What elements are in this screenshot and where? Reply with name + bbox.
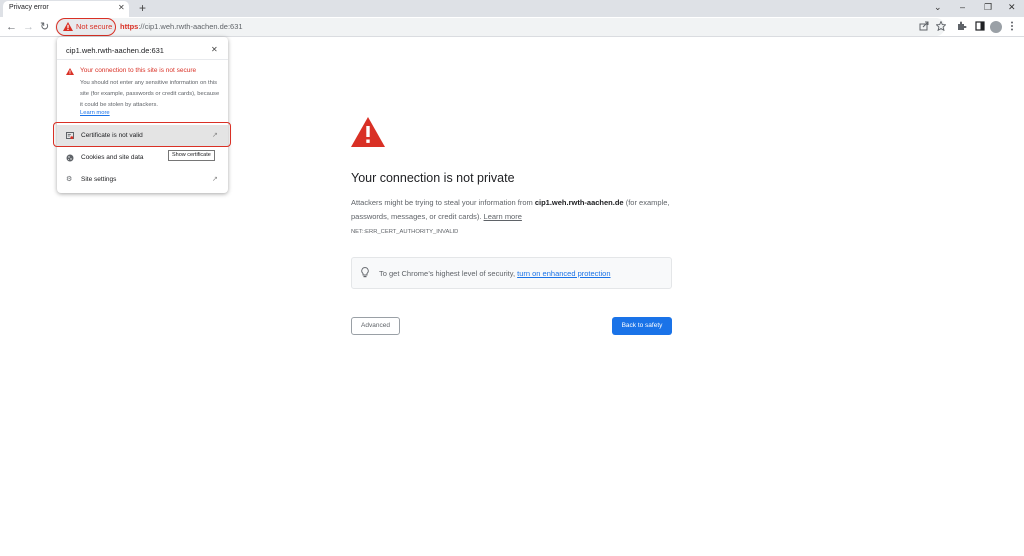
enhanced-protection-link[interactable]: turn on enhanced protection <box>517 269 610 278</box>
url-scheme: https <box>120 22 139 31</box>
site-info-popup: cip1.weh.rwth-aachen.de:631 ✕ Your conne… <box>57 37 228 193</box>
enhanced-protection-text: To get Chrome’s highest level of securit… <box>379 269 611 278</box>
description-host: cip1.weh.rwth-aachen.de <box>534 198 624 207</box>
side-panel-icon[interactable] <box>975 21 985 31</box>
error-code[interactable]: NET::ERR_CERT_AUTHORITY_INVALID <box>351 229 458 235</box>
minimize-icon[interactable]: – <box>960 1 965 13</box>
back-to-safety-button[interactable]: Back to safety <box>612 317 672 335</box>
tab-privacy-error[interactable]: Privacy error ✕ <box>3 1 129 17</box>
learn-more-link[interactable]: Learn more <box>80 110 110 116</box>
back-icon[interactable]: ← <box>6 20 17 34</box>
certificate-highlight <box>53 122 231 147</box>
profile-icon[interactable] <box>990 21 1002 33</box>
warning-body: You should not enter any sensitive infor… <box>80 80 220 108</box>
tab-title: Privacy error <box>9 4 49 11</box>
forward-icon[interactable]: → <box>23 20 34 34</box>
external-link-icon: ↗ <box>212 176 218 183</box>
advanced-button[interactable]: Advanced <box>351 317 400 335</box>
tab-strip: Privacy error ✕ + ⌄ – ❐ ✕ <box>0 0 1024 17</box>
close-icon[interactable]: ✕ <box>211 45 218 54</box>
warning-title: Your connection to this site is not secu… <box>80 67 197 74</box>
share-icon[interactable] <box>919 21 929 31</box>
not-secure-chip[interactable]: Not secure <box>56 18 116 36</box>
tab-search-icon[interactable]: ⌄ <box>934 1 942 13</box>
tab-close-icon[interactable]: ✕ <box>118 3 125 13</box>
enhanced-protection-prefix: To get Chrome’s highest level of securit… <box>379 269 518 278</box>
page-title: Your connection is not private <box>351 171 515 185</box>
cookie-icon <box>66 154 74 162</box>
warning-icon <box>351 117 385 147</box>
description: Attackers might be trying to steal your … <box>351 196 681 224</box>
enhanced-protection-box: To get Chrome’s highest level of securit… <box>351 257 672 289</box>
divider <box>57 59 228 60</box>
restore-icon[interactable]: ❐ <box>984 1 992 13</box>
site-settings-label: Site settings <box>81 176 117 183</box>
site-settings-item[interactable]: ⚙ Site settings ↗ <box>57 169 228 191</box>
star-icon[interactable] <box>936 21 946 31</box>
popup-host: cip1.weh.rwth-aachen.de:631 <box>66 46 164 55</box>
url-text[interactable]: https://cip1.weh.rwth-aachen.de:631 <box>120 22 243 31</box>
toolbar: ← → ↻ Not secure https://cip1.weh.rwth-a… <box>0 17 1024 37</box>
description-prefix: Attackers might be trying to steal your … <box>351 198 535 207</box>
tooltip: Show certificate <box>168 150 215 161</box>
cookies-label: Cookies and site data <box>81 154 144 161</box>
not-secure-label: Not secure <box>76 22 113 31</box>
lightbulb-icon <box>361 267 369 278</box>
warning-icon <box>63 22 73 31</box>
new-tab-button[interactable]: + <box>139 1 146 15</box>
reload-icon[interactable]: ↻ <box>40 20 49 34</box>
url-rest: ://cip1.weh.rwth-aachen.de:631 <box>138 22 243 31</box>
extensions-icon[interactable] <box>957 21 967 31</box>
omnibox[interactable]: Not secure https://cip1.weh.rwth-aachen.… <box>55 18 945 36</box>
menu-icon[interactable] <box>1010 21 1014 31</box>
gear-icon: ⚙ <box>66 176 73 183</box>
learn-more-link[interactable]: Learn more <box>484 212 522 221</box>
warning-icon <box>66 68 74 75</box>
window-close-icon[interactable]: ✕ <box>1008 1 1016 13</box>
